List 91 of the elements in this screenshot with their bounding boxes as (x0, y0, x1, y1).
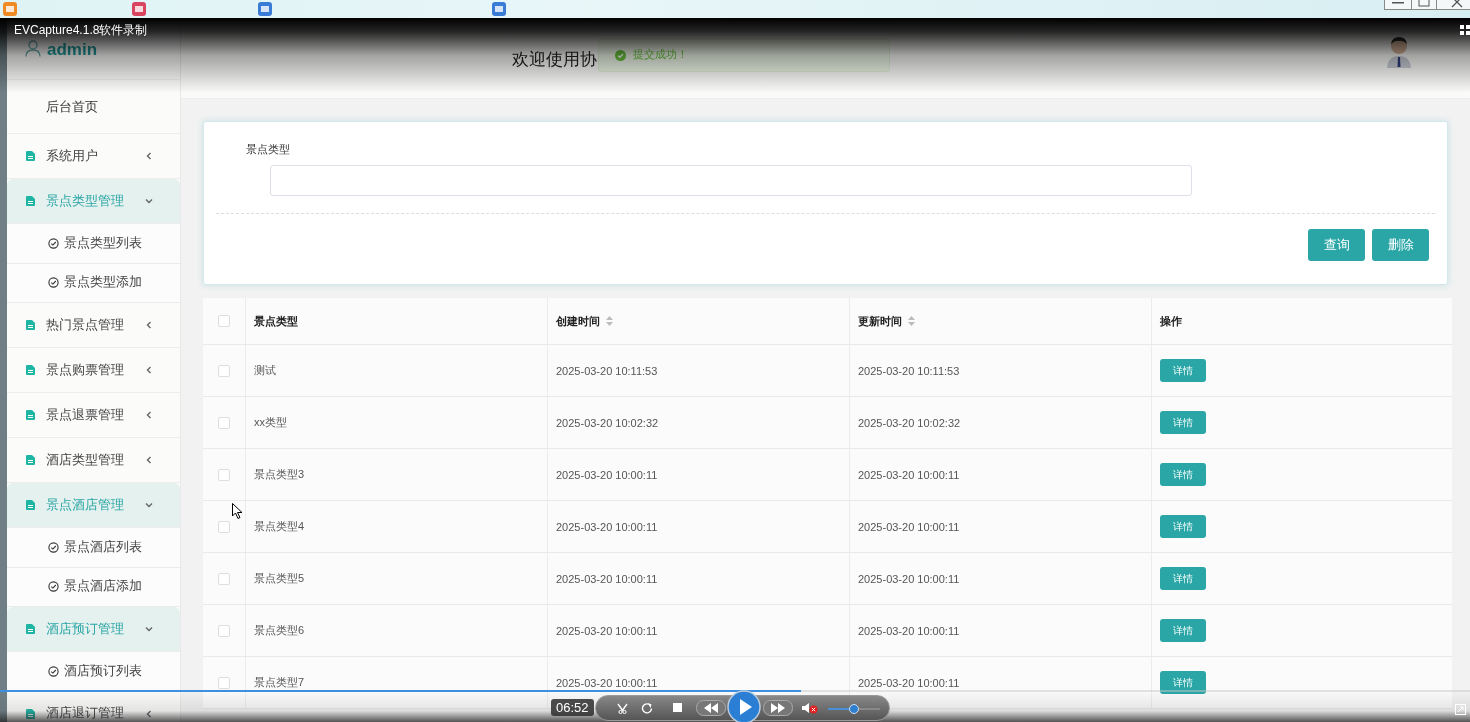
mute-icon[interactable] (802, 702, 818, 714)
table-cell: 2025-03-20 10:11:53 (556, 364, 658, 377)
document-icon (26, 151, 35, 161)
table-cell: 2025-03-20 10:00:11 (556, 572, 658, 585)
table-cell: 测试 (254, 363, 276, 378)
table-cell: 2025-03-20 10:02:32 (858, 416, 961, 429)
user-icon (25, 40, 41, 57)
check-circle-icon (48, 237, 59, 249)
check-circle-icon (48, 277, 59, 289)
user-name: admin (47, 40, 98, 60)
table-cell: xx类型 (254, 415, 287, 430)
table-cell: 2025-03-20 10:00:11 (556, 676, 658, 689)
fullscreen-icon[interactable] (1455, 704, 1466, 715)
document-icon (26, 365, 35, 375)
table-cell: 2025-03-20 10:00:11 (858, 624, 960, 637)
page-title: 欢迎使用协 (512, 48, 597, 71)
document-icon (26, 624, 35, 634)
chevron-icon (144, 365, 154, 375)
chevron-icon (144, 320, 154, 330)
play-button[interactable] (727, 690, 761, 722)
column-header: 景点类型 (254, 313, 298, 329)
field-label: 景点类型 (246, 142, 291, 157)
volume-thumb[interactable] (849, 704, 859, 714)
document-icon (26, 708, 35, 719)
chevron-icon (144, 455, 154, 465)
check-circle-icon (48, 541, 59, 553)
column-header-cell[interactable]: 更新时间 (849, 298, 1151, 344)
playback-time: 06:52 (551, 699, 594, 716)
forward-button[interactable] (763, 700, 793, 716)
maximize-icon (1418, 0, 1430, 7)
grid-icon[interactable] (1460, 25, 1470, 35)
tab-icon[interactable] (492, 2, 506, 16)
sidebar-menu-item[interactable]: 景点购票管理 (7, 348, 180, 393)
mouse-cursor-icon (232, 503, 243, 519)
document-icon (26, 196, 35, 206)
sort-icon (908, 316, 915, 326)
tab-icon[interactable] (3, 2, 17, 16)
table-cell: 2025-03-20 10:00:11 (858, 520, 960, 533)
table-cell: 2025-03-20 10:00:11 (858, 676, 960, 689)
checkbox[interactable] (218, 416, 230, 429)
sidebar-menu-item[interactable]: 景点退票管理 (7, 393, 180, 438)
table-cell: 景点类型4 (254, 519, 305, 534)
table-cell: 2025-03-20 10:00:11 (556, 624, 658, 637)
column-header-cell[interactable]: 创建时间 (547, 298, 849, 344)
document-icon (26, 410, 35, 420)
check-circle-icon (48, 581, 59, 593)
chevron-icon (144, 196, 154, 206)
recorder-title: EVCapture4.1.8软件录制 (14, 23, 148, 37)
chevron-icon (144, 500, 154, 510)
checkbox[interactable] (218, 676, 230, 689)
rewind-button[interactable] (696, 700, 726, 716)
sort-icon (606, 316, 613, 326)
check-circle-icon (615, 49, 626, 61)
table-cell: 2025-03-20 10:00:11 (858, 468, 960, 481)
table-cell: 2025-03-20 10:00:11 (858, 572, 960, 585)
success-toast: 提交成功！ (598, 38, 890, 72)
chevron-icon (144, 624, 154, 634)
check-circle-icon (48, 665, 59, 677)
checkbox[interactable] (218, 624, 230, 637)
scissors-icon[interactable] (617, 703, 628, 714)
column-header: 操作 (1160, 313, 1182, 329)
sidebar-item[interactable]: 后台首页 (7, 80, 180, 134)
checkbox[interactable] (218, 315, 230, 327)
tab-icon[interactable] (258, 2, 272, 16)
document-icon (26, 500, 35, 510)
column-header: 创建时间 (556, 313, 600, 329)
document-icon (26, 320, 35, 330)
table-cell: 景点类型3 (254, 467, 305, 482)
chevron-icon (144, 708, 154, 719)
table-cell: 2025-03-20 10:02:32 (556, 416, 659, 429)
loop-icon[interactable] (641, 702, 653, 714)
tab-icon[interactable] (132, 2, 146, 16)
table-cell: 2025-03-20 10:11:53 (858, 364, 960, 377)
table-cell: 景点类型7 (254, 675, 305, 690)
checkbox[interactable] (218, 520, 230, 533)
stop-icon[interactable] (673, 703, 683, 713)
checkbox[interactable] (218, 468, 230, 481)
checkbox[interactable] (218, 572, 230, 585)
input-field[interactable] (270, 165, 1192, 196)
document-icon (26, 455, 35, 465)
table-cell: 2025-03-20 10:00:11 (556, 468, 658, 481)
chevron-icon (144, 410, 154, 420)
table-cell: 景点类型6 (254, 623, 305, 638)
checkbox[interactable] (218, 364, 230, 377)
table-cell: 景点类型5 (254, 571, 305, 586)
minimize-icon (1392, 0, 1404, 4)
chevron-icon (144, 151, 154, 161)
sidebar-menu-item[interactable]: 热门景点管理 (7, 303, 180, 348)
column-header: 更新时间 (858, 313, 902, 329)
avatar[interactable] (1386, 36, 1412, 68)
table-cell: 2025-03-20 10:00:11 (556, 520, 658, 533)
